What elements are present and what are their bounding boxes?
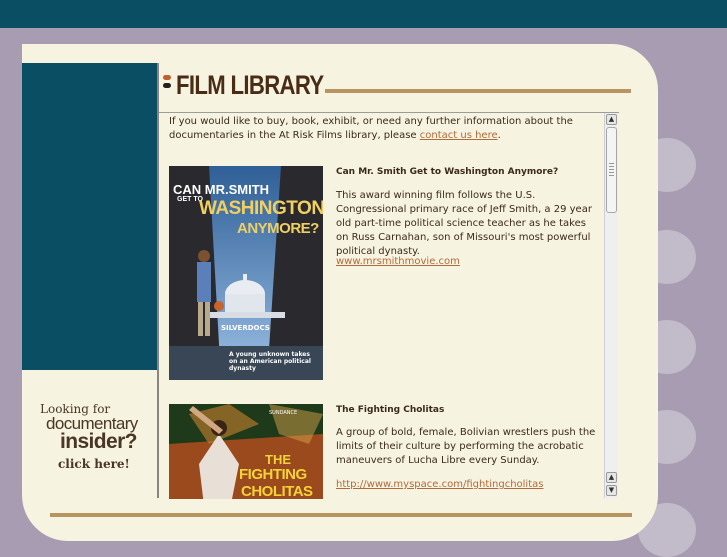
film-description: This award winning film follows the U.S.… [336,190,592,257]
film-poster-fighting-cholitas[interactable]: SUNDANCE THE FIGHTING CHOLITAS [169,404,323,499]
promo-click-here[interactable]: click here! [58,457,130,471]
top-banner [0,0,727,28]
poster-title-3: WASHINGTON [199,198,323,219]
footer-rule [50,513,632,517]
film-list-scroll-area[interactable]: If you would like to buy, book, exhibit,… [159,112,619,499]
poster-cholitas-2: FIGHTING [239,466,307,483]
poster-tagline: A young unknown takes on an American pol… [229,351,311,372]
film-website-link[interactable]: www.mrsmithmovie.com [336,256,460,267]
sidebar-panel [22,63,157,370]
scrollbar-thumb[interactable] [606,127,617,213]
contact-link[interactable]: contact us here [420,130,498,141]
arrow-down-icon[interactable]: ▼ [606,485,617,496]
title-rule [325,89,631,93]
poster-title-4: ANYMORE? [237,220,319,237]
film-title: The Fighting Cholitas [336,405,445,415]
film-website-link[interactable]: http://www.myspace.com/fightingcholitas [336,479,543,490]
documentary-insider-promo[interactable]: Looking for documentary insider? click h… [34,400,152,480]
intro-text: If you would like to buy, book, exhibit,… [169,116,573,141]
poster-award: SILVERDOCS [221,324,270,332]
poster-cholitas-3: CHOLITAS [241,483,313,499]
film-description: A group of bold, female, Bolivian wrestl… [336,427,596,466]
promo-line-3: insider? [60,430,137,453]
content-scrollbar[interactable]: ▲ ▲ ▼ [604,113,618,498]
film-title: Can Mr. Smith Get to Washington Anymore? [336,167,559,177]
arrow-up-icon[interactable]: ▲ [606,114,617,125]
arrow-up-icon[interactable]: ▲ [606,472,617,483]
poster-festival: SUNDANCE [269,410,298,416]
poster-title-1: CAN MR.SMITH [173,182,270,197]
page-title: FILM LIBRARY [176,70,324,100]
film-poster-mr-smith[interactable]: CAN MR.SMITH GET TO WASHINGTON ANYMORE? … [169,166,323,380]
poster-cholitas-1: THE [265,452,291,467]
